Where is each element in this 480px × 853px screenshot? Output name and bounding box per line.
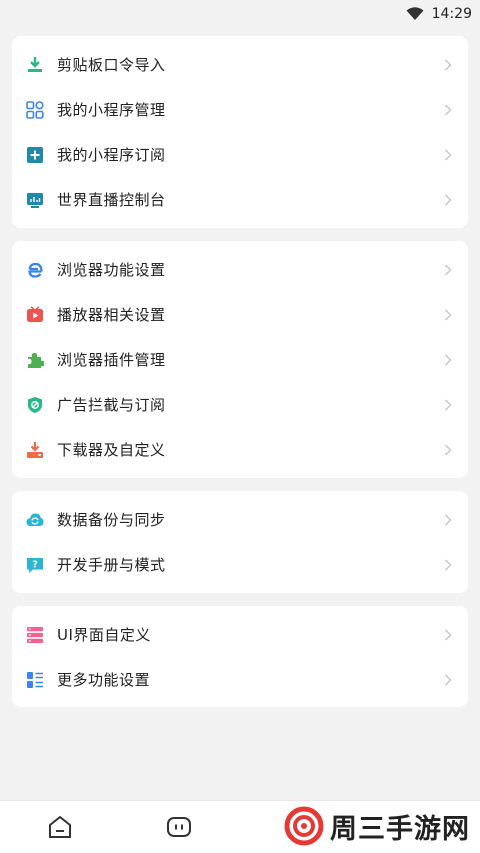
shield-block-icon <box>26 396 44 414</box>
chevron-right-icon <box>444 308 452 321</box>
ui-customize-label: UI界面自定义 <box>57 626 151 644</box>
more-settings-label: 更多功能设置 <box>57 671 151 689</box>
status-time: 14:29 <box>431 6 472 22</box>
browser-e-icon <box>26 261 44 279</box>
watermark: 周三手游网 <box>284 805 470 847</box>
dev-manual-label: 开发手册与模式 <box>57 556 166 574</box>
chevron-right-icon <box>444 513 452 526</box>
downloader-item[interactable]: 下载器及自定义 <box>12 427 468 472</box>
mini-program-manage-label: 我的小程序管理 <box>57 101 166 119</box>
plugin-manage-label: 浏览器插件管理 <box>57 351 166 369</box>
player-icon <box>26 305 44 324</box>
backup-sync-item[interactable]: 数据备份与同步 <box>12 497 468 542</box>
live-console-item[interactable]: 世界直播控制台 <box>12 177 468 222</box>
ad-block-label: 广告拦截与订阅 <box>57 396 166 414</box>
subscribe-plus-icon <box>26 146 44 164</box>
import-icon <box>26 56 44 74</box>
chevron-right-icon <box>444 443 452 456</box>
settings-group-1: 剪贴板口令导入 我的小程序管理 我的小程序订阅 世界直播控制台 <box>12 36 468 228</box>
live-console-label: 世界直播控制台 <box>57 191 166 209</box>
watermark-text: 周三手游网 <box>330 813 470 845</box>
browser-settings-item[interactable]: 浏览器功能设置 <box>12 247 468 292</box>
chevron-right-icon <box>444 673 452 686</box>
clipboard-import-label: 剪贴板口令导入 <box>57 56 166 74</box>
chevron-right-icon <box>444 193 452 206</box>
chevron-right-icon <box>444 148 452 161</box>
watermark-logo-icon <box>284 806 324 846</box>
help-icon: ? <box>26 556 44 574</box>
bottom-navigation: 周三手游网 <box>0 800 480 853</box>
chevron-right-icon <box>444 58 452 71</box>
player-settings-item[interactable]: 播放器相关设置 <box>12 292 468 337</box>
chevron-right-icon <box>444 353 452 366</box>
svg-text:?: ? <box>32 559 38 570</box>
settings-group-2: 浏览器功能设置 播放器相关设置 浏览器插件管理 广告拦截与订阅 下载器及自定义 <box>12 241 468 478</box>
live-console-icon <box>26 191 44 209</box>
ad-block-item[interactable]: 广告拦截与订阅 <box>12 382 468 427</box>
clipboard-import-item[interactable]: 剪贴板口令导入 <box>12 42 468 87</box>
chevron-right-icon <box>444 103 452 116</box>
plugin-manage-item[interactable]: 浏览器插件管理 <box>12 337 468 382</box>
tabs-icon[interactable] <box>166 815 192 839</box>
ui-customize-item[interactable]: UI界面自定义 <box>12 612 468 657</box>
more-settings-item[interactable]: 更多功能设置 <box>12 657 468 702</box>
puzzle-icon <box>26 351 44 369</box>
mini-program-manage-item[interactable]: 我的小程序管理 <box>12 87 468 132</box>
mini-program-subscribe-item[interactable]: 我的小程序订阅 <box>12 132 468 177</box>
cloud-sync-icon <box>26 511 44 529</box>
list-settings-icon <box>26 671 44 689</box>
settings-group-3: 数据备份与同步 ? 开发手册与模式 <box>12 491 468 593</box>
home-icon[interactable] <box>47 815 73 839</box>
ui-layout-icon <box>26 626 44 644</box>
wifi-icon <box>406 7 424 20</box>
player-settings-label: 播放器相关设置 <box>57 306 166 324</box>
dev-manual-item[interactable]: ? 开发手册与模式 <box>12 542 468 587</box>
chevron-right-icon <box>444 628 452 641</box>
download-icon <box>26 441 44 459</box>
chevron-right-icon <box>444 398 452 411</box>
backup-sync-label: 数据备份与同步 <box>57 511 166 529</box>
status-bar: 14:29 <box>0 0 480 28</box>
browser-settings-label: 浏览器功能设置 <box>57 261 166 279</box>
chevron-right-icon <box>444 263 452 276</box>
chevron-right-icon <box>444 558 452 571</box>
downloader-label: 下载器及自定义 <box>57 441 166 459</box>
mini-program-subscribe-label: 我的小程序订阅 <box>57 146 166 164</box>
apps-grid-icon <box>26 100 44 119</box>
settings-group-4: UI界面自定义 更多功能设置 <box>12 606 468 707</box>
